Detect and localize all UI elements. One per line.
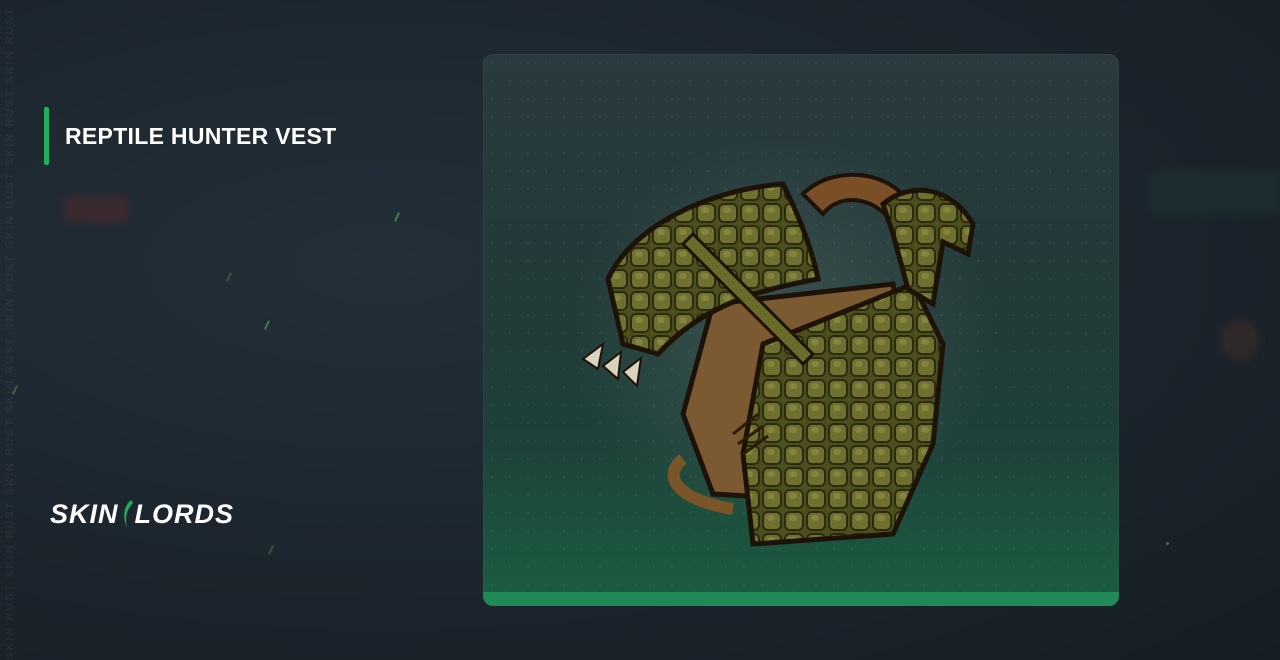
item-card (483, 54, 1119, 606)
watermark-text: SKIN RUST SKIN RUST SKIN RUST SKIN RUST … (4, 0, 16, 660)
title-accent-bar (44, 107, 49, 165)
decorative-blur (1220, 320, 1260, 360)
logo-text-left: SKIN (50, 498, 119, 529)
decorative-streak (1166, 542, 1169, 545)
decorative-blur (1150, 170, 1280, 214)
decorative-streak (267, 545, 275, 555)
banner: SKIN RUST SKIN RUST SKIN RUST SKIN RUST … (0, 0, 1280, 660)
reptile-hunter-vest-image (568, 134, 998, 547)
item-title: REPTILE HUNTER VEST (65, 122, 337, 149)
decorative-streak (393, 212, 401, 222)
logo-text-right: LORDS (134, 498, 235, 529)
decorative-streak (263, 320, 271, 330)
title-block: REPTILE HUNTER VEST (44, 107, 337, 165)
skinlords-logo: SKIN LORDS (50, 498, 234, 530)
logo-claw-icon (123, 500, 133, 528)
rarity-bar (483, 592, 1119, 606)
decorative-streak (225, 272, 233, 282)
decorative-blur (64, 195, 128, 223)
